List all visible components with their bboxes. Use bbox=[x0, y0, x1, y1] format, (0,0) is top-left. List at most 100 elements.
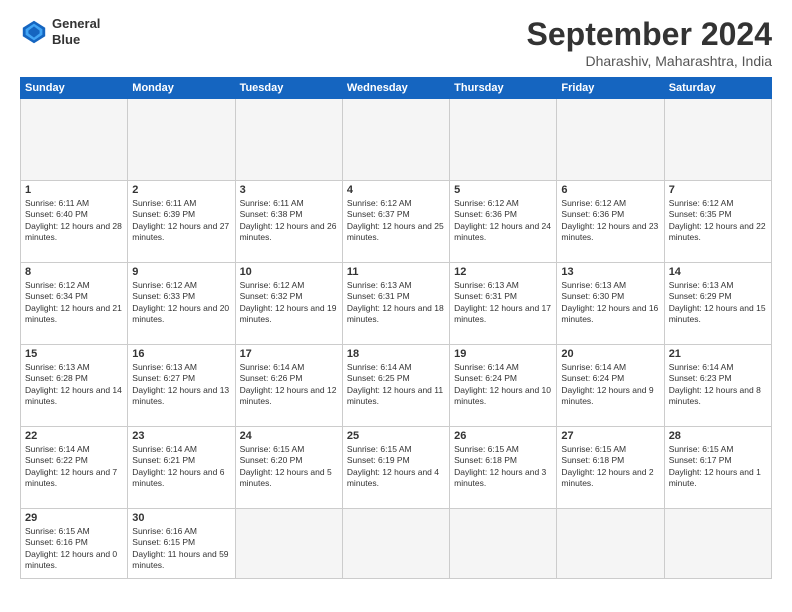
calendar-cell bbox=[664, 509, 771, 579]
calendar-day-header: Monday bbox=[128, 78, 235, 99]
day-number: 5 bbox=[454, 184, 552, 196]
cell-info: Sunrise: 6:12 AMSunset: 6:35 PMDaylight:… bbox=[669, 198, 767, 244]
cell-info: Sunrise: 6:14 AMSunset: 6:23 PMDaylight:… bbox=[669, 362, 767, 408]
calendar-day-header: Wednesday bbox=[342, 78, 449, 99]
cell-info: Sunrise: 6:13 AMSunset: 6:29 PMDaylight:… bbox=[669, 280, 767, 326]
cell-info: Sunrise: 6:13 AMSunset: 6:30 PMDaylight:… bbox=[561, 280, 659, 326]
calendar-cell: 3 Sunrise: 6:11 AMSunset: 6:38 PMDaylight… bbox=[235, 181, 342, 263]
cell-info: Sunrise: 6:13 AMSunset: 6:31 PMDaylight:… bbox=[454, 280, 552, 326]
calendar-cell: 29Sunrise: 6:15 AMSunset: 6:16 PMDayligh… bbox=[21, 509, 128, 579]
calendar-cell: 21 Sunrise: 6:14 AMSunset: 6:23 PMDayligh… bbox=[664, 345, 771, 427]
calendar-cell: 20 Sunrise: 6:14 AMSunset: 6:24 PMDayligh… bbox=[557, 345, 664, 427]
calendar-week-row: 1 Sunrise: 6:11 AMSunset: 6:40 PMDaylight… bbox=[21, 181, 772, 263]
day-number: 21 bbox=[669, 348, 767, 360]
calendar-cell bbox=[342, 99, 449, 181]
cell-info: Sunrise: 6:12 AMSunset: 6:37 PMDaylight:… bbox=[347, 198, 445, 244]
day-number: 4 bbox=[347, 184, 445, 196]
header: General Blue September 2024 Dharashiv, M… bbox=[20, 16, 772, 69]
day-number: 14 bbox=[669, 266, 767, 278]
page: General Blue September 2024 Dharashiv, M… bbox=[0, 0, 792, 612]
calendar-cell bbox=[664, 99, 771, 181]
location-subtitle: Dharashiv, Maharashtra, India bbox=[527, 53, 772, 69]
calendar-week-row: 15 Sunrise: 6:13 AMSunset: 6:28 PMDayligh… bbox=[21, 345, 772, 427]
day-number: 19 bbox=[454, 348, 552, 360]
logo-icon bbox=[20, 18, 48, 46]
calendar-cell: 10Sunrise: 6:12 AMSunset: 6:32 PMDayligh… bbox=[235, 263, 342, 345]
cell-info: Sunrise: 6:15 AMSunset: 6:17 PMDaylight:… bbox=[669, 444, 767, 490]
cell-info: Sunrise: 6:11 AMSunset: 6:40 PMDaylight:… bbox=[25, 198, 123, 244]
calendar-week-row: 22 Sunrise: 6:14 AMSunset: 6:22 PMDayligh… bbox=[21, 427, 772, 509]
calendar-cell bbox=[557, 99, 664, 181]
cell-info: Sunrise: 6:14 AMSunset: 6:22 PMDaylight:… bbox=[25, 444, 123, 490]
cell-info: Sunrise: 6:14 AMSunset: 6:24 PMDaylight:… bbox=[561, 362, 659, 408]
day-number: 27 bbox=[561, 430, 659, 442]
calendar-cell bbox=[235, 99, 342, 181]
day-number: 7 bbox=[669, 184, 767, 196]
calendar-week-row: 29Sunrise: 6:15 AMSunset: 6:16 PMDayligh… bbox=[21, 509, 772, 579]
calendar-cell: 7 Sunrise: 6:12 AMSunset: 6:35 PMDaylight… bbox=[664, 181, 771, 263]
logo: General Blue bbox=[20, 16, 100, 47]
calendar-cell: 30Sunrise: 6:16 AMSunset: 6:15 PMDayligh… bbox=[128, 509, 235, 579]
cell-info: Sunrise: 6:12 AMSunset: 6:36 PMDaylight:… bbox=[561, 198, 659, 244]
day-number: 17 bbox=[240, 348, 338, 360]
calendar-day-header: Sunday bbox=[21, 78, 128, 99]
calendar-day-header: Thursday bbox=[450, 78, 557, 99]
calendar-cell bbox=[450, 509, 557, 579]
calendar-header-row: SundayMondayTuesdayWednesdayThursdayFrid… bbox=[21, 78, 772, 99]
day-number: 26 bbox=[454, 430, 552, 442]
day-number: 3 bbox=[240, 184, 338, 196]
cell-info: Sunrise: 6:14 AMSunset: 6:24 PMDaylight:… bbox=[454, 362, 552, 408]
calendar-cell: 13Sunrise: 6:13 AMSunset: 6:30 PMDayligh… bbox=[557, 263, 664, 345]
day-number: 1 bbox=[25, 184, 123, 196]
cell-info: Sunrise: 6:12 AMSunset: 6:33 PMDaylight:… bbox=[132, 280, 230, 326]
cell-info: Sunrise: 6:12 AMSunset: 6:34 PMDaylight:… bbox=[25, 280, 123, 326]
cell-info: Sunrise: 6:15 AMSunset: 6:16 PMDaylight:… bbox=[25, 526, 123, 572]
calendar-week-row: 8 Sunrise: 6:12 AMSunset: 6:34 PMDaylight… bbox=[21, 263, 772, 345]
calendar-cell: 25Sunrise: 6:15 AMSunset: 6:19 PMDayligh… bbox=[342, 427, 449, 509]
calendar-cell bbox=[450, 99, 557, 181]
cell-info: Sunrise: 6:13 AMSunset: 6:27 PMDaylight:… bbox=[132, 362, 230, 408]
day-number: 8 bbox=[25, 266, 123, 278]
calendar-day-header: Friday bbox=[557, 78, 664, 99]
calendar-cell: 22 Sunrise: 6:14 AMSunset: 6:22 PMDayligh… bbox=[21, 427, 128, 509]
calendar-cell: 12 Sunrise: 6:13 AMSunset: 6:31 PMDayligh… bbox=[450, 263, 557, 345]
calendar-cell bbox=[557, 509, 664, 579]
cell-info: Sunrise: 6:15 AMSunset: 6:18 PMDaylight:… bbox=[561, 444, 659, 490]
cell-info: Sunrise: 6:14 AMSunset: 6:26 PMDaylight:… bbox=[240, 362, 338, 408]
day-number: 16 bbox=[132, 348, 230, 360]
day-number: 23 bbox=[132, 430, 230, 442]
cell-info: Sunrise: 6:13 AMSunset: 6:28 PMDaylight:… bbox=[25, 362, 123, 408]
calendar-cell: 28Sunrise: 6:15 AMSunset: 6:17 PMDayligh… bbox=[664, 427, 771, 509]
calendar-cell: 17 Sunrise: 6:14 AMSunset: 6:26 PMDayligh… bbox=[235, 345, 342, 427]
logo-text: General Blue bbox=[52, 16, 100, 47]
day-number: 6 bbox=[561, 184, 659, 196]
month-title: September 2024 bbox=[527, 16, 772, 53]
calendar-cell: 5Sunrise: 6:12 AMSunset: 6:36 PMDaylight… bbox=[450, 181, 557, 263]
calendar-cell: 24Sunrise: 6:15 AMSunset: 6:20 PMDayligh… bbox=[235, 427, 342, 509]
calendar-cell: 27 Sunrise: 6:15 AMSunset: 6:18 PMDayligh… bbox=[557, 427, 664, 509]
cell-info: Sunrise: 6:11 AMSunset: 6:38 PMDaylight:… bbox=[240, 198, 338, 244]
day-number: 10 bbox=[240, 266, 338, 278]
calendar-cell: 19 Sunrise: 6:14 AMSunset: 6:24 PMDayligh… bbox=[450, 345, 557, 427]
calendar-cell bbox=[21, 99, 128, 181]
day-number: 12 bbox=[454, 266, 552, 278]
calendar-day-header: Saturday bbox=[664, 78, 771, 99]
calendar-cell: 23Sunrise: 6:14 AMSunset: 6:21 PMDayligh… bbox=[128, 427, 235, 509]
day-number: 9 bbox=[132, 266, 230, 278]
day-number: 15 bbox=[25, 348, 123, 360]
calendar-cell bbox=[342, 509, 449, 579]
day-number: 18 bbox=[347, 348, 445, 360]
day-number: 25 bbox=[347, 430, 445, 442]
cell-info: Sunrise: 6:11 AMSunset: 6:39 PMDaylight:… bbox=[132, 198, 230, 244]
calendar-table: SundayMondayTuesdayWednesdayThursdayFrid… bbox=[20, 77, 772, 579]
calendar-cell: 4 Sunrise: 6:12 AMSunset: 6:37 PMDaylight… bbox=[342, 181, 449, 263]
calendar-cell: 26Sunrise: 6:15 AMSunset: 6:18 PMDayligh… bbox=[450, 427, 557, 509]
day-number: 22 bbox=[25, 430, 123, 442]
calendar-cell: 1 Sunrise: 6:11 AMSunset: 6:40 PMDaylight… bbox=[21, 181, 128, 263]
day-number: 24 bbox=[240, 430, 338, 442]
calendar-cell: 6 Sunrise: 6:12 AMSunset: 6:36 PMDaylight… bbox=[557, 181, 664, 263]
calendar-week-row bbox=[21, 99, 772, 181]
calendar-cell: 18Sunrise: 6:14 AMSunset: 6:25 PMDayligh… bbox=[342, 345, 449, 427]
calendar-cell: 2Sunrise: 6:11 AMSunset: 6:39 PMDaylight… bbox=[128, 181, 235, 263]
day-number: 20 bbox=[561, 348, 659, 360]
